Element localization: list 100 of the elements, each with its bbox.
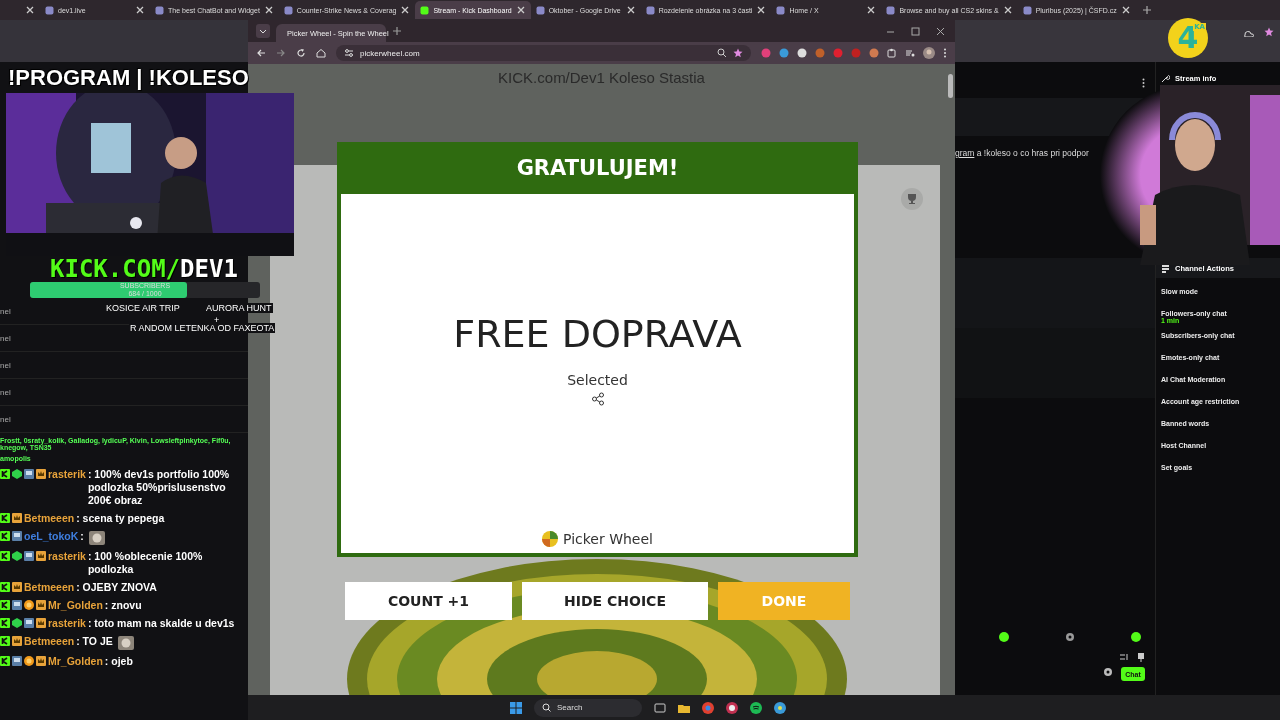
address-bar[interactable]: pickerwheel.com bbox=[336, 45, 751, 61]
stream-title: !PROGRAM | !KOLESO bbox=[7, 64, 250, 92]
site-icon bbox=[1022, 5, 1032, 15]
task-view-icon[interactable] bbox=[654, 701, 666, 714]
reload-icon[interactable] bbox=[296, 48, 306, 58]
page-title: KICK.com/Dev1 Koleso Stastia bbox=[498, 69, 705, 88]
chat-bubble-icon[interactable] bbox=[1131, 632, 1141, 642]
search-field[interactable]: Search bbox=[534, 698, 642, 717]
emote-icon[interactable] bbox=[999, 632, 1009, 642]
forward-icon[interactable] bbox=[276, 48, 286, 58]
coin-badge-icon bbox=[24, 600, 34, 610]
vip-badge-icon bbox=[24, 618, 34, 628]
chat-username: rasterik bbox=[48, 617, 86, 630]
plus-icon[interactable] bbox=[1141, 5, 1152, 15]
caret-icon[interactable] bbox=[256, 24, 270, 38]
chat-username: Betmeeen bbox=[24, 635, 75, 648]
settings-icon[interactable] bbox=[1103, 667, 1113, 677]
chat-link[interactable]: gram bbox=[955, 148, 975, 158]
gem-badge-icon bbox=[12, 469, 22, 479]
browser-icon[interactable] bbox=[702, 701, 714, 714]
chat-message: : TO JE bbox=[76, 635, 113, 648]
crown-badge-icon bbox=[36, 618, 46, 628]
pin-icon[interactable] bbox=[1137, 652, 1145, 662]
app-icon[interactable] bbox=[726, 701, 738, 714]
app-icon[interactable] bbox=[774, 701, 786, 714]
site-icon bbox=[283, 5, 293, 15]
vip-badge-icon bbox=[12, 600, 22, 610]
goal-label: KOSICE AIR TRIP bbox=[105, 303, 181, 313]
scrollbar-thumb[interactable] bbox=[948, 74, 953, 98]
channel-logo: KICK.COM/DEV1 bbox=[49, 256, 239, 282]
media-icon[interactable] bbox=[905, 48, 915, 58]
vip-badge-icon bbox=[12, 656, 22, 666]
wrench-icon bbox=[1161, 73, 1170, 83]
chat-message: : toto mam na skalde u dev1s bbox=[87, 617, 235, 630]
command-icon[interactable] bbox=[1119, 652, 1129, 662]
chat-message: : znovu bbox=[104, 599, 142, 612]
chat-username: oeL_tokoK bbox=[24, 530, 79, 543]
home-icon[interactable] bbox=[316, 48, 326, 58]
zoom-icon[interactable] bbox=[717, 48, 727, 58]
result-text: FREE DOPRAVA bbox=[453, 312, 742, 356]
close-icon[interactable] bbox=[936, 26, 945, 36]
more-icon[interactable] bbox=[1142, 78, 1145, 88]
start-icon[interactable] bbox=[510, 701, 522, 714]
chat-username: Betmeeen bbox=[24, 512, 75, 525]
chat-username: Mr_Golden bbox=[48, 599, 103, 612]
crown-badge-icon bbox=[12, 636, 22, 646]
settings-icon[interactable] bbox=[1065, 632, 1075, 642]
close-icon[interactable] bbox=[135, 5, 145, 15]
close-icon[interactable] bbox=[1120, 5, 1131, 15]
maximize-icon[interactable] bbox=[911, 26, 920, 36]
chat-username: rasterik bbox=[48, 550, 86, 563]
close-icon[interactable] bbox=[515, 5, 526, 15]
puzzle-icon[interactable] bbox=[887, 48, 897, 58]
gem-badge-icon bbox=[12, 551, 22, 561]
plus-icon[interactable] bbox=[392, 26, 402, 36]
share-icon[interactable] bbox=[590, 392, 605, 406]
avatar-icon[interactable] bbox=[923, 47, 935, 59]
result-caption: Selected bbox=[567, 372, 628, 388]
action-button[interactable]: COUNT +1 bbox=[345, 582, 512, 620]
site-icon bbox=[535, 5, 545, 15]
search-icon bbox=[542, 703, 551, 712]
chat-message: : OJEBY ZNOVA bbox=[76, 581, 157, 594]
star-icon[interactable] bbox=[1264, 27, 1274, 37]
wheel-icon bbox=[542, 531, 558, 547]
site-icon bbox=[155, 5, 164, 15]
chat-message: : scena ty pepega bbox=[76, 512, 165, 525]
chat-username: Betmeeen bbox=[24, 581, 75, 594]
close-icon[interactable] bbox=[263, 5, 274, 15]
dialog-heading: GRATULUJEM! bbox=[516, 156, 679, 180]
chat-username: Mr_Golden bbox=[48, 655, 103, 668]
site-icon bbox=[776, 5, 786, 15]
trophy-icon[interactable] bbox=[901, 188, 923, 210]
close-icon[interactable] bbox=[1002, 5, 1013, 15]
goal-label: R ANDOM LETENKA OD FAXEOTA bbox=[129, 323, 276, 333]
close-icon[interactable] bbox=[25, 5, 35, 15]
chat-message: : bbox=[80, 530, 84, 543]
close-icon[interactable] bbox=[756, 5, 767, 15]
row-label: nel bbox=[0, 360, 11, 370]
chat-username: rasterik bbox=[48, 468, 86, 481]
row-label: nel bbox=[0, 306, 11, 316]
back-icon[interactable] bbox=[256, 48, 266, 58]
crown-badge-icon bbox=[36, 551, 46, 561]
site-settings-icon bbox=[344, 48, 354, 58]
close-icon[interactable] bbox=[866, 5, 877, 15]
site-icon bbox=[645, 5, 655, 15]
close-icon[interactable] bbox=[625, 5, 636, 15]
coin-badge-icon bbox=[24, 656, 34, 666]
crown-badge-icon bbox=[36, 656, 46, 666]
row-label: nel bbox=[0, 414, 11, 424]
close-icon[interactable] bbox=[400, 5, 411, 15]
menu-icon[interactable] bbox=[943, 48, 947, 58]
star-icon[interactable] bbox=[733, 48, 743, 58]
action-button[interactable]: HIDE CHOICE bbox=[522, 582, 708, 620]
music-icon[interactable] bbox=[750, 701, 762, 714]
row-label: nel bbox=[0, 387, 11, 397]
brand-name: Picker Wheel bbox=[563, 531, 653, 547]
site-icon bbox=[45, 5, 54, 15]
crown-badge-icon bbox=[12, 513, 22, 523]
chat-message: : 100 %oblecenie 100% podlozka bbox=[87, 550, 204, 576]
chat-message: : 100% dev1s portfolio 100% podlozka 50%prislusenstvo 200€ obraz bbox=[87, 468, 231, 507]
